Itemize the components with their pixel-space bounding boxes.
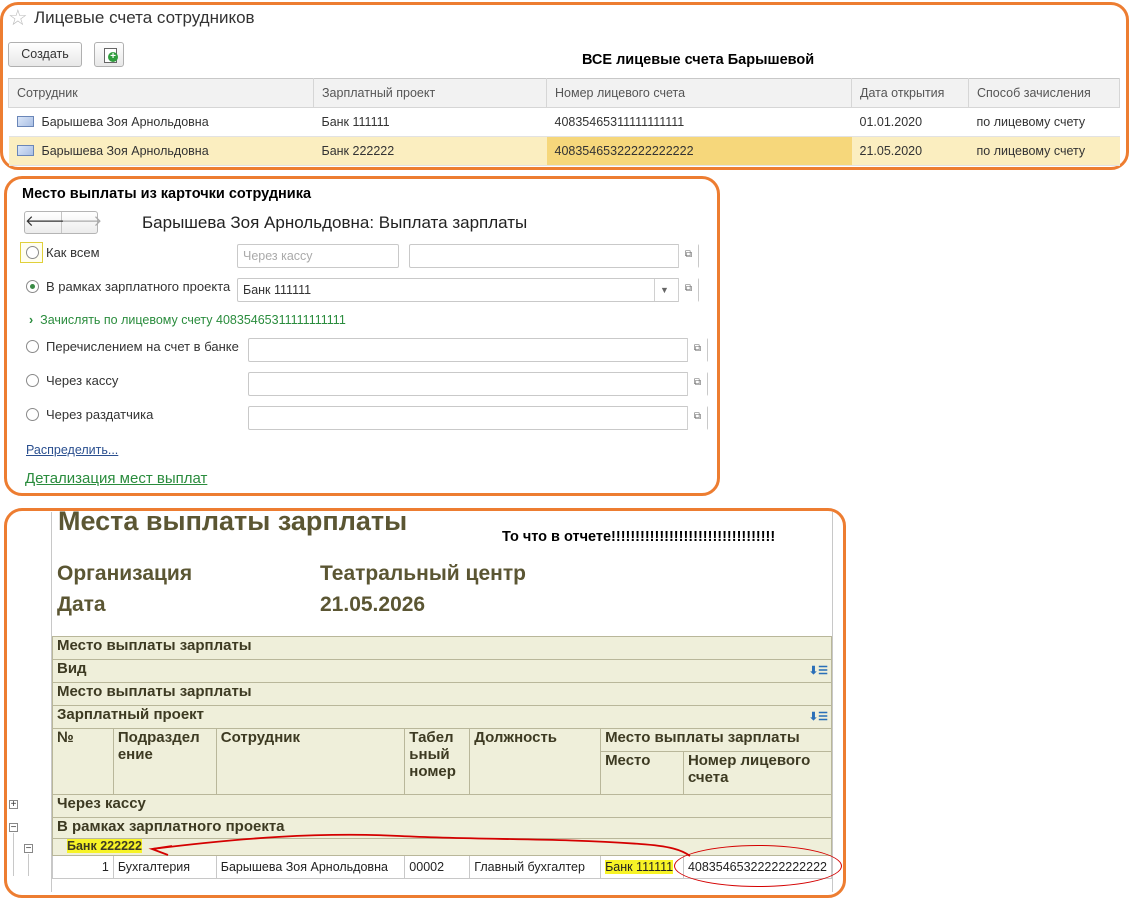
- annotation-arrow: [151, 833, 691, 857]
- annotation-ellipse: [674, 845, 842, 887]
- annotation-overlay: [148, 833, 691, 857]
- annotation-arrowhead: [148, 845, 173, 856]
